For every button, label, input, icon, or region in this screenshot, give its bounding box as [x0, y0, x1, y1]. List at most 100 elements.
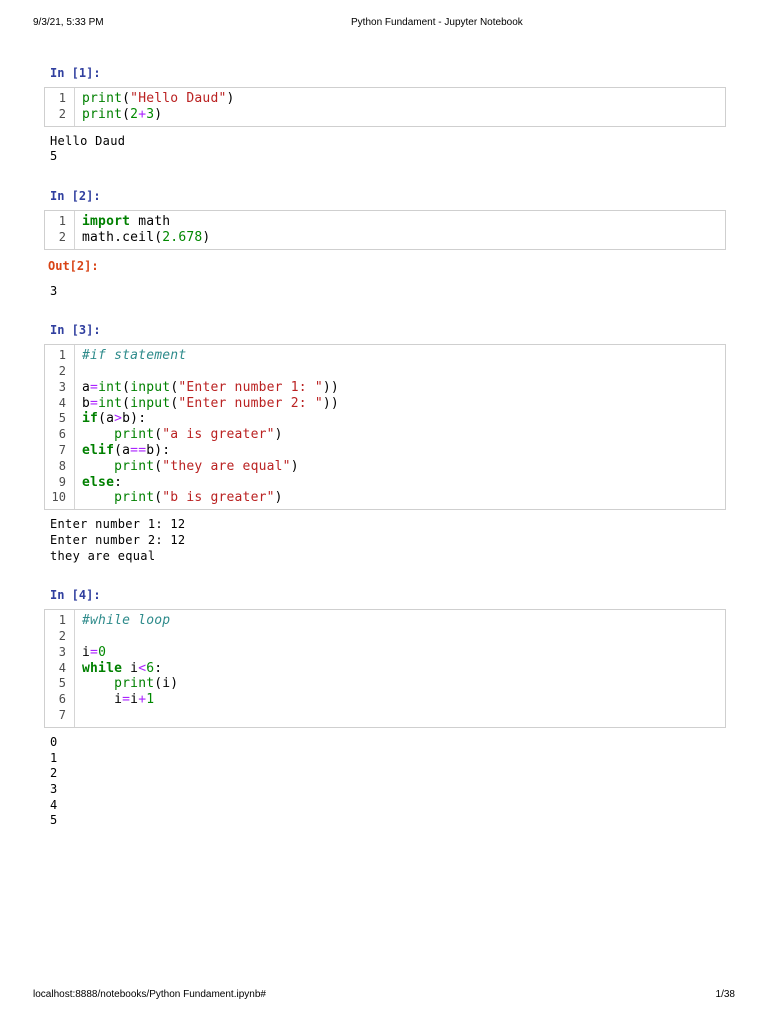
output-line: 0 [50, 735, 726, 751]
line-number: 6 [45, 427, 74, 443]
output-line: Enter number 2: 12 [50, 533, 726, 549]
code-token: (a [98, 411, 114, 426]
code-token: 2.678 [162, 230, 202, 245]
code-line: else: [82, 475, 721, 491]
input-prompt: In [2]: [50, 188, 726, 204]
cell-output: Hello Daud5 [50, 134, 726, 165]
code-cell-2: 12import mathmath.ceil(2.678) [44, 210, 726, 250]
line-number: 1 [45, 91, 74, 107]
code-token: = [90, 380, 98, 395]
line-number: 10 [45, 490, 74, 506]
code-token [82, 459, 114, 474]
code-token: print [82, 107, 122, 122]
code-token: : [114, 475, 122, 490]
code-token [82, 427, 114, 442]
code-token: ( [122, 380, 130, 395]
code-line [82, 708, 721, 724]
code-line: elif(a==b): [82, 443, 721, 459]
cell-output: Enter number 1: 12Enter number 2: 12they… [50, 517, 726, 564]
line-number-gutter: 12 [45, 88, 75, 126]
page-number: 1/38 [716, 989, 735, 1000]
code-token: input [130, 396, 170, 411]
code-token: )) [323, 396, 339, 411]
code-token: b): [122, 411, 146, 426]
line-number: 2 [45, 364, 74, 380]
code-token: i [122, 661, 138, 676]
code-token: (i) [154, 676, 178, 691]
code-token: : [154, 661, 162, 676]
code-token: int [98, 380, 122, 395]
code-token: ( [122, 91, 130, 106]
output-line: Enter number 1: 12 [50, 517, 726, 533]
line-number: 5 [45, 411, 74, 427]
output-line: 1 [50, 751, 726, 767]
code-token: ) [202, 230, 210, 245]
code-token: print [82, 91, 122, 106]
cell-output: 012345 [50, 735, 726, 829]
input-prompt: In [3]: [50, 322, 726, 338]
code-token: "they are equal" [162, 459, 290, 474]
code-token: i [82, 645, 90, 660]
line-number: 1 [45, 214, 74, 230]
code-token: print [114, 676, 154, 691]
code-token: ) [275, 427, 283, 442]
code-token: 2 [130, 107, 138, 122]
code-token: (a [114, 443, 130, 458]
code-token: a [82, 380, 90, 395]
code-line: i=0 [82, 645, 721, 661]
code-line: print("a is greater") [82, 427, 721, 443]
code-area: print("Hello Daud")print(2+3) [75, 88, 725, 126]
code-line [82, 629, 721, 645]
code-token: int [98, 396, 122, 411]
output-line: they are equal [50, 549, 726, 565]
code-line: math.ceil(2.678) [82, 230, 721, 246]
code-line: import math [82, 214, 721, 230]
code-token: "b is greater" [162, 490, 274, 505]
code-token: ) [227, 91, 235, 106]
code-token: 0 [98, 645, 106, 660]
code-token: = [122, 692, 130, 707]
code-token: else [82, 475, 114, 490]
code-line: i=i+1 [82, 692, 721, 708]
output-line: 3 [50, 782, 726, 798]
output-line: 5 [50, 813, 726, 829]
line-number: 2 [45, 629, 74, 645]
code-token: 1 [146, 692, 154, 707]
code-token: ) [154, 107, 162, 122]
code-token: #while loop [82, 613, 170, 628]
code-token: )) [323, 380, 339, 395]
line-number: 3 [45, 380, 74, 396]
line-number: 3 [45, 645, 74, 661]
code-token: ) [291, 459, 299, 474]
code-token: input [130, 380, 170, 395]
input-prompt: In [1]: [50, 65, 726, 81]
code-token: i [130, 692, 138, 707]
output-line: 4 [50, 798, 726, 814]
code-line: while i<6: [82, 661, 721, 677]
code-token: "Enter number 2: " [178, 396, 322, 411]
code-line: #if statement [82, 348, 721, 364]
code-cell-4: 1234567#while loopi=0while i<6: print(i)… [44, 609, 726, 728]
code-line: b=int(input("Enter number 2: ")) [82, 396, 721, 412]
code-area: #while loopi=0while i<6: print(i) i=i+1 [75, 610, 725, 727]
print-title: Python Fundament - Jupyter Notebook [351, 17, 523, 28]
code-line: print("they are equal") [82, 459, 721, 475]
code-token: if [82, 411, 98, 426]
code-token [82, 676, 114, 691]
line-number: 1 [45, 348, 74, 364]
code-token: math [130, 214, 170, 229]
line-number: 4 [45, 396, 74, 412]
code-token: ( [122, 396, 130, 411]
code-line: print(i) [82, 676, 721, 692]
code-token [82, 490, 114, 505]
code-area: import mathmath.ceil(2.678) [75, 211, 725, 249]
code-token: #if statement [82, 348, 186, 363]
line-number: 4 [45, 661, 74, 677]
footer-url: localhost:8888/notebooks/Python Fundamen… [33, 989, 266, 1000]
code-token: print [114, 427, 154, 442]
input-prompt: In [4]: [50, 587, 726, 603]
code-token: > [114, 411, 122, 426]
code-token: print [114, 459, 154, 474]
line-number-gutter: 12345678910 [45, 345, 75, 509]
code-cell-3: 12345678910 #if statement a=int(input( "Ent… [44, 344, 726, 510]
